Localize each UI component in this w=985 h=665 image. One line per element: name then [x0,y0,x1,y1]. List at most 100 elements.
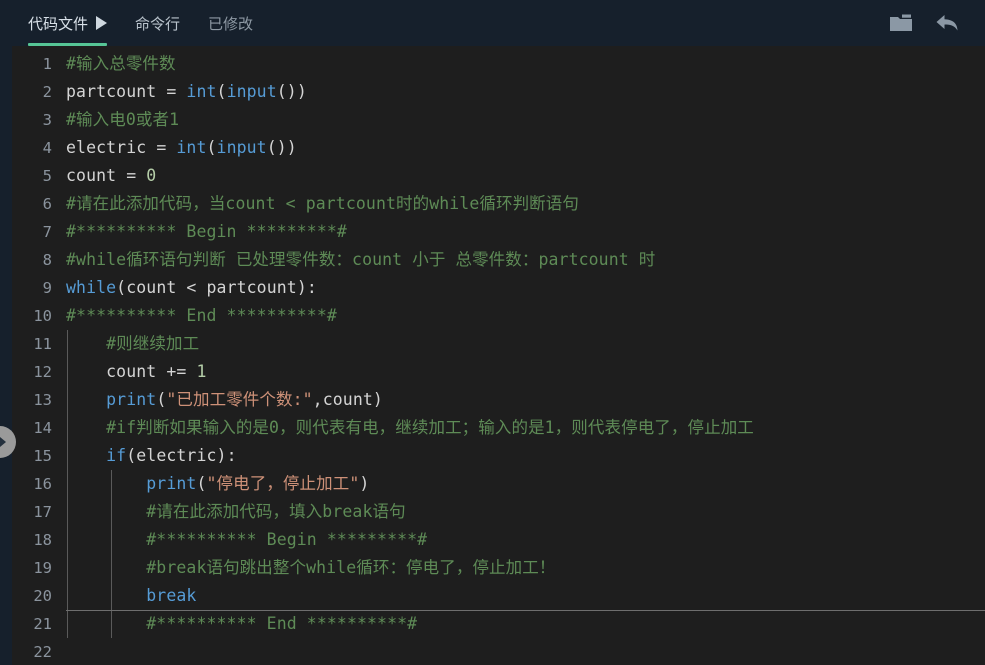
token-pn: ) [359,474,369,493]
code-line[interactable]: 8#while循环语句判断 已处理零件数：count 小于 总零件数：partc… [12,246,985,274]
undo-arrow-icon[interactable] [935,12,959,34]
run-play-icon[interactable] [96,16,107,30]
token-id: electric [66,138,146,157]
code-line[interactable]: 4electric = int(input()) [12,134,985,162]
code-line-content[interactable]: #********** End **********# [66,302,985,330]
code-line[interactable]: 22 [12,638,985,665]
code-line-content[interactable]: #while循环语句判断 已处理零件数：count 小于 总零件数：partco… [66,246,985,274]
code-line[interactable]: 16 print("停电了，停止加工") [12,470,985,498]
token-op: = [156,82,186,101]
token-com: #********** Begin *********# [66,222,347,241]
token-id: count [66,362,156,381]
token-pn: ): [297,278,317,297]
token-com: #if判断如果输入的是0，则代表有电，继续加工；输入的是1，则代表停电了，停止加… [66,418,754,437]
code-line[interactable]: 5count = 0 [12,162,985,190]
indent-guide [67,610,68,638]
indent-guide [67,358,68,386]
code-line-content[interactable]: #输入总零件数 [66,50,985,78]
line-number: 19 [12,554,66,582]
line-number: 13 [12,386,66,414]
code-line[interactable]: 12 count += 1 [12,358,985,386]
token-pn: ( [207,138,217,157]
code-lines-container[interactable]: 1#输入总零件数2partcount = int(input())3#输入电0或… [12,46,985,665]
line-number: 10 [12,302,66,330]
code-line-content[interactable]: print("已加工零件个数:",count) [66,386,985,414]
code-line[interactable]: 18 #********** Begin *********# [12,526,985,554]
line-number: 21 [12,610,66,638]
code-line-content[interactable]: #请在此添加代码，当count < partcount时的while循环判断语句 [66,190,985,218]
token-fn: int [186,82,216,101]
line-number: 11 [12,330,66,358]
token-com: #********** End **********# [66,306,337,325]
token-kw: if [66,446,126,465]
token-com: #********** Begin *********# [66,530,427,549]
line-number: 4 [12,134,66,162]
code-line[interactable]: 6#请在此添加代码，当count < partcount时的while循环判断语… [12,190,985,218]
indent-guide [111,470,112,498]
token-id: count [323,390,373,409]
code-line-content[interactable]: #********** Begin *********# [66,526,985,554]
code-line[interactable]: 14 #if判断如果输入的是0，则代表有电，继续加工；输入的是1，则代表停电了，… [12,414,985,442]
line-number: 16 [12,470,66,498]
code-line-content[interactable]: if(electric): [66,442,985,470]
token-com: #输入总零件数 [66,54,176,73]
top-toolbar: 代码文件 命令行 已修改 [0,0,985,46]
code-line-content[interactable]: #输入电0或者1 [66,106,985,134]
code-line[interactable]: 2partcount = int(input()) [12,78,985,106]
tab-modified[interactable]: 已修改 [194,0,267,46]
code-line-content[interactable]: partcount = int(input()) [66,78,985,106]
code-line-content[interactable]: electric = int(input()) [66,134,985,162]
code-line-content[interactable] [66,638,985,665]
code-line-content[interactable]: #则继续加工 [66,330,985,358]
code-line-content[interactable]: print("停电了，停止加工") [66,470,985,498]
code-line-content[interactable]: #break语句跳出整个while循环：停电了，停止加工！ [66,554,985,582]
tab-command-line[interactable]: 命令行 [121,0,194,46]
code-line[interactable]: 10#********** End **********# [12,302,985,330]
code-line[interactable]: 9while(count < partcount): [12,274,985,302]
line-number: 1 [12,50,66,78]
code-line[interactable]: 19 #break语句跳出整个while循环：停电了，停止加工！ [12,554,985,582]
code-line-content[interactable]: count += 1 [66,358,985,386]
line-number: 5 [12,162,66,190]
tab-code-file[interactable]: 代码文件 [14,0,121,46]
code-line[interactable]: 17 #请在此添加代码，填入break语句 [12,498,985,526]
token-str: "停电了，停止加工" [207,474,360,493]
indent-guide [111,610,112,638]
code-line[interactable]: 7#********** Begin *********# [12,218,985,246]
line-number: 3 [12,106,66,134]
section-end-rule [66,610,985,611]
indent-guide [111,582,112,610]
token-kw: break [66,586,196,605]
code-line[interactable]: 1#输入总零件数 [12,50,985,78]
code-line[interactable]: 20 break [12,582,985,610]
code-line-content[interactable]: #********** Begin *********# [66,218,985,246]
code-line-content[interactable]: #if判断如果输入的是0，则代表有电，继续加工；输入的是1，则代表停电了，停止加… [66,414,985,442]
code-editor[interactable]: 1#输入总零件数2partcount = int(input())3#输入电0或… [0,46,985,665]
token-pn: ( [156,390,166,409]
line-number: 9 [12,274,66,302]
tab-command-line-label: 命令行 [135,13,180,34]
indent-guide [67,414,68,442]
indent-guide [67,386,68,414]
code-line[interactable]: 21 #********** End **********# [12,610,985,638]
token-com: #请在此添加代码，当count < partcount时的while循环判断语句 [66,194,579,213]
code-line-content[interactable]: #********** End **********# [66,610,985,638]
code-line-content[interactable]: break [66,582,985,610]
code-line[interactable]: 13 print("已加工零件个数:",count) [12,386,985,414]
token-com: #while循环语句判断 已处理零件数：count 小于 总零件数：partco… [66,250,655,269]
code-line-content[interactable]: count = 0 [66,162,985,190]
code-line[interactable]: 11 #则继续加工 [12,330,985,358]
tab-modified-label: 已修改 [208,13,253,34]
indent-guide [67,526,68,554]
editor-left-strip [0,46,12,665]
folder-icon[interactable] [889,13,913,33]
indent-guide [67,330,68,358]
line-number: 6 [12,190,66,218]
code-line-content[interactable]: while(count < partcount): [66,274,985,302]
code-line[interactable]: 3#输入电0或者1 [12,106,985,134]
code-line[interactable]: 15 if(electric): [12,442,985,470]
token-id: partcount [66,82,156,101]
token-fn: print [66,474,196,493]
code-line-content[interactable]: #请在此添加代码，填入break语句 [66,498,985,526]
token-pn: ( [126,446,136,465]
